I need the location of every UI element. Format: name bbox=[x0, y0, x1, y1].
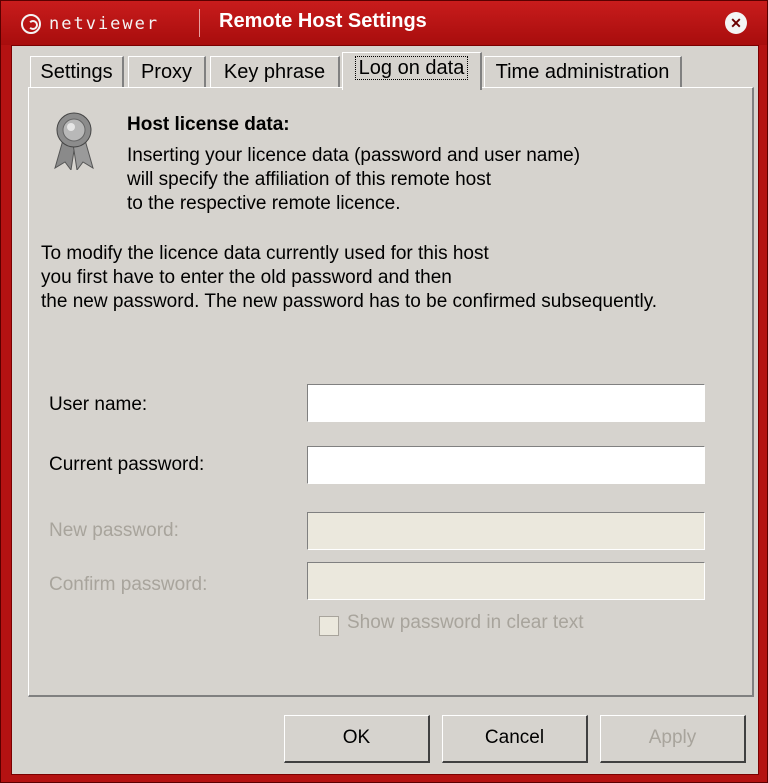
remote-host-settings-window: netviewer Remote Host Settings ✕ Setting… bbox=[0, 0, 768, 783]
apply-button-label: Apply bbox=[648, 727, 697, 748]
new-password-input[interactable] bbox=[307, 512, 705, 550]
dialog-client-area: Settings Proxy Key phrase Log on data Ti… bbox=[11, 45, 759, 775]
confirm-password-label: Confirm password: bbox=[49, 574, 208, 595]
cancel-button[interactable]: Cancel bbox=[442, 715, 588, 763]
close-button[interactable]: ✕ bbox=[725, 12, 747, 34]
user-name-input[interactable] bbox=[307, 384, 705, 422]
license-intro-text: Inserting your licence data (password an… bbox=[127, 145, 581, 214]
tab-settings-label: Settings bbox=[40, 61, 113, 83]
apply-button[interactable]: Apply bbox=[600, 715, 746, 763]
current-password-label: Current password: bbox=[49, 454, 205, 475]
tab-settings[interactable]: Settings bbox=[30, 56, 124, 88]
cancel-button-label: Cancel bbox=[484, 727, 545, 748]
netviewer-logo-icon bbox=[21, 14, 41, 34]
show-password-checkbox[interactable] bbox=[319, 616, 339, 636]
tab-key-phrase-label: Key phrase bbox=[223, 61, 326, 83]
tab-log-on-data[interactable]: Log on data bbox=[342, 52, 482, 90]
close-icon: ✕ bbox=[730, 15, 742, 31]
tab-proxy-label: Proxy bbox=[140, 61, 193, 83]
password-instructions-text: To modify the licence data currently use… bbox=[41, 243, 658, 312]
host-license-heading: Host license data: bbox=[127, 114, 290, 135]
tab-time-administration[interactable]: Time administration bbox=[484, 56, 682, 88]
ok-button[interactable]: OK bbox=[284, 715, 430, 763]
new-password-label: New password: bbox=[49, 520, 179, 541]
title-bar[interactable]: netviewer Remote Host Settings ✕ bbox=[1, 1, 767, 45]
window-title: Remote Host Settings bbox=[219, 10, 427, 32]
award-ribbon-icon bbox=[54, 112, 94, 170]
title-separator bbox=[199, 9, 200, 37]
log-on-data-panel: Host license data: Inserting your licenc… bbox=[28, 87, 754, 697]
current-password-input[interactable] bbox=[307, 446, 705, 484]
show-password-label: Show password in clear text bbox=[347, 612, 584, 633]
ok-button-label: OK bbox=[342, 727, 371, 748]
tab-proxy[interactable]: Proxy bbox=[128, 56, 206, 88]
tab-time-administration-label: Time administration bbox=[495, 61, 670, 83]
netviewer-logo: netviewer bbox=[21, 11, 159, 37]
user-name-label: User name: bbox=[49, 394, 148, 415]
tab-key-phrase[interactable]: Key phrase bbox=[210, 56, 340, 88]
tab-log-on-data-label: Log on data bbox=[354, 56, 469, 80]
confirm-password-input[interactable] bbox=[307, 562, 705, 600]
logo-text: netviewer bbox=[49, 14, 160, 34]
